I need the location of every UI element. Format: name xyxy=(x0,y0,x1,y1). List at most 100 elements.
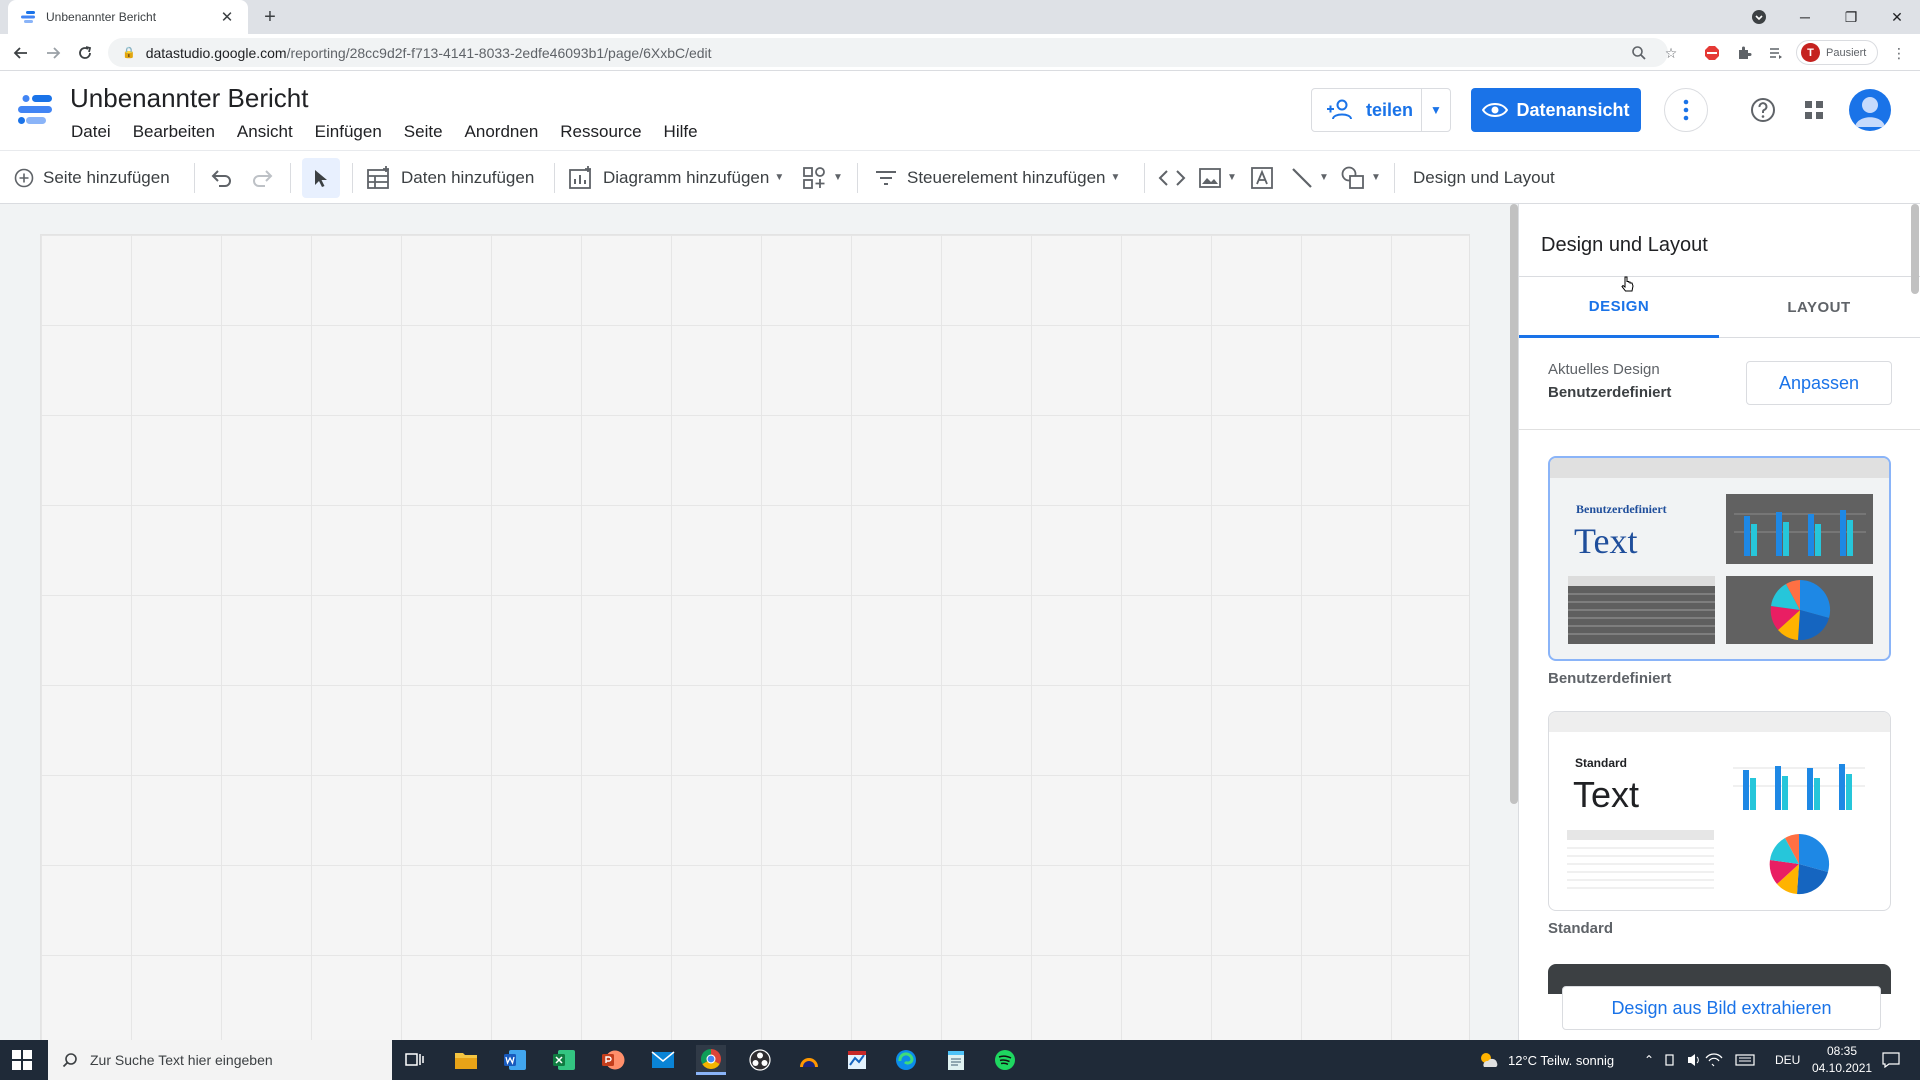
back-icon[interactable] xyxy=(8,40,34,66)
edge-icon[interactable] xyxy=(891,1045,921,1075)
add-chart-label: Diagramm hinzufügen xyxy=(603,167,770,187)
tab-search-icon[interactable] xyxy=(1736,0,1782,34)
app-header: Unbenannter Bericht Datei Bearbeiten Ans… xyxy=(0,71,1920,150)
notifications-icon[interactable] xyxy=(1882,1040,1900,1080)
browser-menu-icon[interactable]: ⋮ xyxy=(1890,44,1908,62)
user-avatar[interactable] xyxy=(1849,89,1891,131)
close-window-icon[interactable]: ✕ xyxy=(1874,0,1920,34)
redo-icon[interactable] xyxy=(250,151,274,204)
notepad-icon[interactable] xyxy=(941,1045,971,1075)
chrome-icon[interactable] xyxy=(696,1045,726,1075)
select-cursor-icon[interactable] xyxy=(302,158,340,198)
mouse-pointer-icon xyxy=(1621,276,1634,292)
theme-preview-pie-chart xyxy=(1726,576,1873,644)
taskbar-clock[interactable]: 08:35 04.10.2021 xyxy=(1812,1043,1872,1077)
file-explorer-icon[interactable] xyxy=(451,1045,481,1075)
show-hidden-icons[interactable]: ⌃ xyxy=(1644,1040,1654,1080)
undo-icon[interactable] xyxy=(210,151,234,204)
browser-tab[interactable]: Unbenannter Bericht ✕ xyxy=(8,0,248,34)
mail-icon[interactable] xyxy=(648,1045,678,1075)
eye-icon xyxy=(1482,103,1509,117)
reload-icon[interactable] xyxy=(72,40,98,66)
menu-hilfe[interactable]: Hilfe xyxy=(653,122,709,142)
chevron-down-icon: ▼ xyxy=(1110,172,1121,183)
menu-bearbeiten[interactable]: Bearbeiten xyxy=(122,122,226,142)
embed-code-icon[interactable] xyxy=(1158,151,1186,204)
panel-tabs: DESIGN LAYOUT xyxy=(1519,276,1920,338)
taskbar-search-input[interactable]: Zur Suche Text hier eingeben xyxy=(48,1040,392,1080)
line-icon[interactable]: ▼ xyxy=(1290,151,1329,204)
menu-einfuegen[interactable]: Einfügen xyxy=(304,122,393,142)
report-page-canvas[interactable] xyxy=(40,234,1470,1064)
add-circle-icon xyxy=(14,168,34,187)
help-icon[interactable] xyxy=(1741,88,1785,132)
theme-card-custom[interactable]: Benutzerdefiniert Text xyxy=(1548,456,1891,661)
app-icon[interactable] xyxy=(794,1045,824,1075)
menu-seite[interactable]: Seite xyxy=(393,122,454,142)
apps-grid-icon[interactable] xyxy=(1792,88,1836,132)
zoom-icon[interactable] xyxy=(1630,44,1648,62)
view-mode-button[interactable]: Datenansicht xyxy=(1471,88,1641,132)
weather-widget[interactable]: 12°C Teilw. sonnig xyxy=(1478,1040,1614,1080)
add-data-icon xyxy=(367,165,389,189)
restore-icon[interactable]: ❐ xyxy=(1828,0,1874,34)
adblock-icon[interactable] xyxy=(1703,44,1721,62)
share-main[interactable]: teilen xyxy=(1312,89,1422,131)
minimize-icon[interactable]: ─ xyxy=(1782,0,1828,34)
spotify-icon[interactable] xyxy=(990,1045,1020,1075)
theme-card-standard[interactable]: Standard Text xyxy=(1548,711,1891,911)
panel-title: Design und Layout xyxy=(1541,234,1708,256)
extract-theme-button[interactable]: Design aus Bild extrahieren xyxy=(1562,986,1881,1030)
add-control-label: Steuerelement hinzufügen xyxy=(907,167,1106,187)
theme-preview-title: Standard xyxy=(1575,756,1628,770)
menu-ansicht[interactable]: Ansicht xyxy=(226,122,304,142)
profile-button[interactable]: T Pausiert xyxy=(1796,40,1878,65)
word-icon[interactable] xyxy=(500,1045,530,1075)
extensions-puzzle-icon[interactable] xyxy=(1735,44,1753,62)
toolbar-divider xyxy=(352,163,353,193)
powerpoint-icon[interactable] xyxy=(598,1045,628,1075)
url-bar[interactable]: 🔒 datastudio.google.com /reporting/28cc9… xyxy=(108,38,1668,67)
panel-scrollbar[interactable] xyxy=(1911,204,1919,294)
view-mode-label: Datenansicht xyxy=(1516,99,1630,120)
text-box-icon[interactable] xyxy=(1250,151,1274,204)
bookmark-star-icon[interactable]: ☆ xyxy=(1662,44,1680,62)
menu-anordnen[interactable]: Anordnen xyxy=(454,122,550,142)
add-chart-button[interactable]: Diagramm hinzufügen ▼ xyxy=(568,151,784,204)
url-host: datastudio.google.com xyxy=(145,44,287,61)
report-title[interactable]: Unbenannter Bericht xyxy=(70,83,308,114)
menu-ressource[interactable]: Ressource xyxy=(549,122,652,142)
app-icon-2[interactable] xyxy=(842,1045,872,1075)
add-data-button[interactable]: Daten hinzufügen xyxy=(366,151,534,204)
forward-icon[interactable] xyxy=(40,40,66,66)
add-control-button[interactable]: Steuerelement hinzufügen ▼ xyxy=(874,151,1120,204)
windows-start-icon[interactable] xyxy=(12,1050,32,1070)
design-layout-button[interactable]: Design und Layout xyxy=(1413,151,1555,204)
datastudio-logo-icon[interactable] xyxy=(16,89,56,129)
design-layout-label: Design und Layout xyxy=(1413,167,1555,187)
community-viz-button[interactable]: ▼ xyxy=(802,151,843,204)
canvas-scrollbar[interactable] xyxy=(1510,204,1518,804)
image-icon[interactable]: ▼ xyxy=(1198,151,1237,204)
clock-date: 04.10.2021 xyxy=(1812,1061,1873,1075)
reading-list-icon[interactable] xyxy=(1767,44,1785,62)
tray-icons[interactable] xyxy=(1664,1040,1774,1080)
add-page-button[interactable]: Seite hinzufügen xyxy=(14,151,170,204)
more-options-icon[interactable] xyxy=(1664,88,1708,132)
tab-close-icon[interactable]: ✕ xyxy=(218,8,236,26)
theme-preview-header xyxy=(1549,712,1890,732)
toolbar-divider xyxy=(1394,163,1395,193)
share-dropdown-icon[interactable]: ▼ xyxy=(1422,103,1450,117)
tab-design[interactable]: DESIGN xyxy=(1519,277,1719,338)
task-view-icon[interactable] xyxy=(400,1045,430,1075)
share-label: teilen xyxy=(1366,99,1414,120)
language-indicator[interactable]: DEU xyxy=(1775,1040,1800,1080)
menu-datei[interactable]: Datei xyxy=(60,122,122,142)
customize-theme-button[interactable]: Anpassen xyxy=(1746,361,1892,405)
shape-icon[interactable]: ▼ xyxy=(1340,151,1381,204)
excel-icon[interactable] xyxy=(549,1045,579,1075)
obs-icon[interactable] xyxy=(745,1045,775,1075)
tab-layout[interactable]: LAYOUT xyxy=(1719,277,1919,338)
new-tab-icon[interactable]: + xyxy=(258,5,282,29)
share-button[interactable]: teilen ▼ xyxy=(1311,88,1451,132)
